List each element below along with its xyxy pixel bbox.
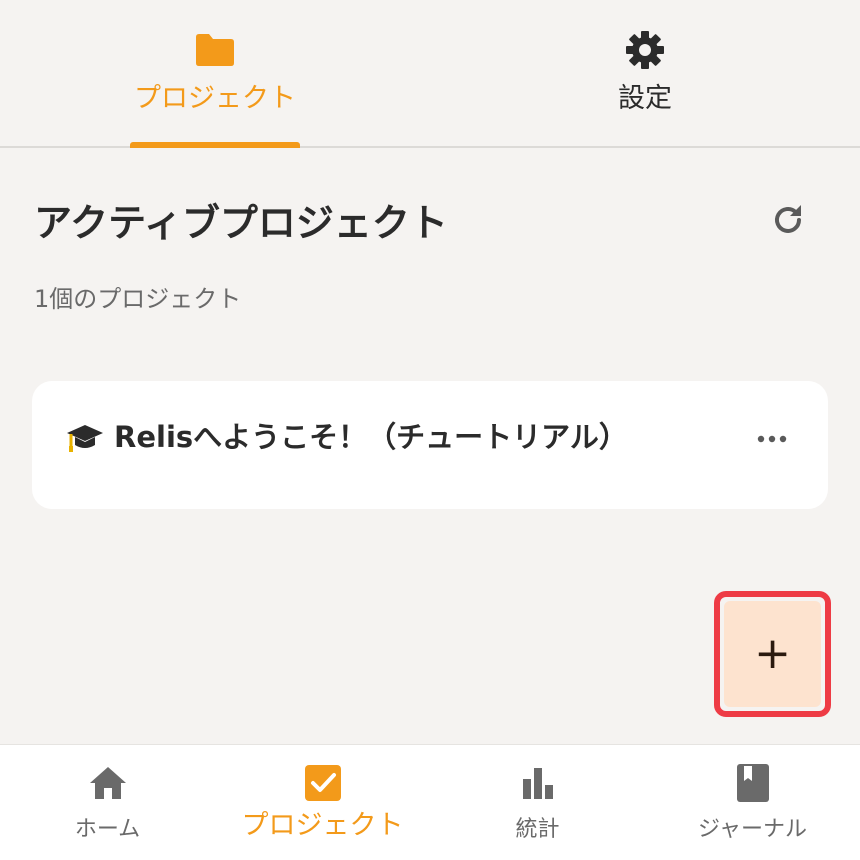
more-options-button[interactable] bbox=[748, 419, 796, 455]
top-tab-bar: プロジェクト 設定 bbox=[0, 0, 860, 148]
project-card-title: Relisへようこそ！（チュートリアル） bbox=[114, 420, 628, 454]
gear-icon bbox=[625, 30, 665, 70]
home-icon bbox=[88, 763, 128, 803]
checkbox-icon bbox=[304, 763, 342, 803]
graduation-cap-icon bbox=[66, 421, 104, 453]
tab-projects[interactable]: プロジェクト bbox=[0, 0, 430, 148]
nav-projects[interactable]: プロジェクト bbox=[215, 745, 430, 860]
project-count: 1個のプロジェクト bbox=[34, 285, 242, 313]
bottom-nav: ホーム プロジェクト 統計 ジャーナル bbox=[0, 744, 860, 860]
nav-journal[interactable]: ジャーナル bbox=[645, 745, 860, 860]
nav-home[interactable]: ホーム bbox=[0, 745, 215, 860]
page-title: アクティブプロジェクト bbox=[34, 201, 448, 245]
refresh-button[interactable] bbox=[764, 200, 812, 244]
plus-label: + bbox=[754, 628, 791, 679]
nav-projects-label: プロジェクト bbox=[241, 810, 404, 841]
project-card-title-row: Relisへようこそ！（チュートリアル） bbox=[66, 417, 628, 457]
add-project-button[interactable]: + bbox=[724, 601, 821, 707]
active-tab-indicator bbox=[130, 142, 300, 148]
project-card[interactable]: Relisへようこそ！（チュートリアル） bbox=[32, 381, 828, 509]
nav-stats-label: 統計 bbox=[515, 817, 560, 842]
ellipsis-icon bbox=[757, 428, 787, 447]
tab-settings-label: 設定 bbox=[618, 83, 672, 114]
nav-journal-label: ジャーナル bbox=[698, 817, 807, 842]
refresh-icon bbox=[770, 202, 806, 242]
bar-chart-icon bbox=[520, 763, 556, 803]
book-icon bbox=[736, 763, 770, 803]
folder-icon bbox=[194, 30, 236, 70]
tab-settings[interactable]: 設定 bbox=[430, 0, 860, 146]
nav-home-label: ホーム bbox=[74, 817, 141, 842]
tab-projects-label: プロジェクト bbox=[134, 83, 296, 114]
nav-stats[interactable]: 統計 bbox=[430, 745, 645, 860]
